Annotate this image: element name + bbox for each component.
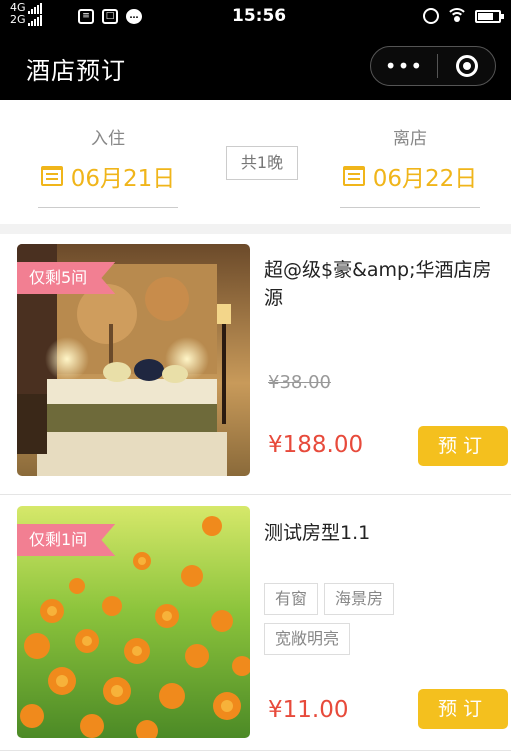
network-indicator: 4G 2G <box>10 2 42 26</box>
more-menu-button[interactable]: ••• <box>371 46 437 86</box>
room-name: 超@级$豪&amp;华酒店房源 <box>264 259 492 309</box>
alarm-icon <box>423 8 439 24</box>
calendar-icon <box>40 166 63 186</box>
chat-app-icon: … <box>126 9 142 24</box>
tag-window: 有窗 <box>264 583 319 615</box>
signal-bars-icon <box>27 3 42 14</box>
room-price: ¥188.00 <box>268 432 364 458</box>
page-title: 酒店预订 <box>26 57 126 85</box>
checkout-date: 06月22日 <box>372 166 478 192</box>
tag-sea-view: 海景房 <box>324 583 395 615</box>
network-2g-label: 2G <box>10 13 26 26</box>
close-target-icon <box>455 55 478 77</box>
room-card[interactable]: 仅剩5间 超@级$豪&amp;华酒店房源 ¥38.00 ¥188.00 预订 <box>0 234 511 492</box>
list-divider <box>0 750 511 751</box>
battery-icon <box>475 9 504 23</box>
nights-count: 共1晚 <box>226 146 298 180</box>
checkout-picker[interactable]: 离店 06月22日 <box>330 124 490 208</box>
book-button[interactable]: 预订 <box>418 689 508 729</box>
signal-bars-icon <box>27 15 42 26</box>
room-name: 测试房型1.1 <box>264 522 371 544</box>
wifi-icon <box>447 8 467 24</box>
tag-spacious: 宽敞明亮 <box>264 623 351 655</box>
checkout-underline <box>340 207 480 208</box>
checkin-date: 06月21日 <box>70 166 176 192</box>
checkout-label: 离店 <box>393 129 427 149</box>
checkin-label: 入住 <box>91 129 125 149</box>
calendar-icon <box>342 166 365 186</box>
battery-level-fill <box>478 12 494 20</box>
title-bar: 酒店预订 ••• <box>0 34 511 100</box>
availability-badge: 仅剩1间 <box>17 524 116 556</box>
status-bar: 4G 2G ≡ □ … 15:56 <box>0 0 511 34</box>
book-button[interactable]: 预订 <box>418 426 508 466</box>
gallery-app-icon: □ <box>102 9 118 24</box>
date-selector: 入住 06月21日 共1晚 离店 06月22日 <box>0 100 511 224</box>
close-button[interactable] <box>438 55 495 77</box>
clock: 15:56 <box>232 6 287 26</box>
room-card[interactable]: 仅剩1间 测试房型1.1 有窗 海景房 宽敞明亮 ¥11.00 预订 <box>0 494 511 752</box>
room-photo-bedroom[interactable]: 仅剩5间 <box>17 244 250 476</box>
notification-app-icon: ≡ <box>78 9 94 24</box>
checkin-picker[interactable]: 入住 06月21日 <box>28 124 188 208</box>
room-tags: 有窗 海景房 宽敞明亮 <box>264 583 444 655</box>
availability-badge: 仅剩5间 <box>17 262 116 294</box>
mini-program-capsule: ••• <box>370 46 496 86</box>
checkin-underline <box>38 207 178 208</box>
section-divider <box>0 224 511 234</box>
room-photo-flowers[interactable]: 仅剩1间 <box>17 506 250 738</box>
original-price: ¥38.00 <box>268 372 331 393</box>
room-price: ¥11.00 <box>268 697 349 723</box>
